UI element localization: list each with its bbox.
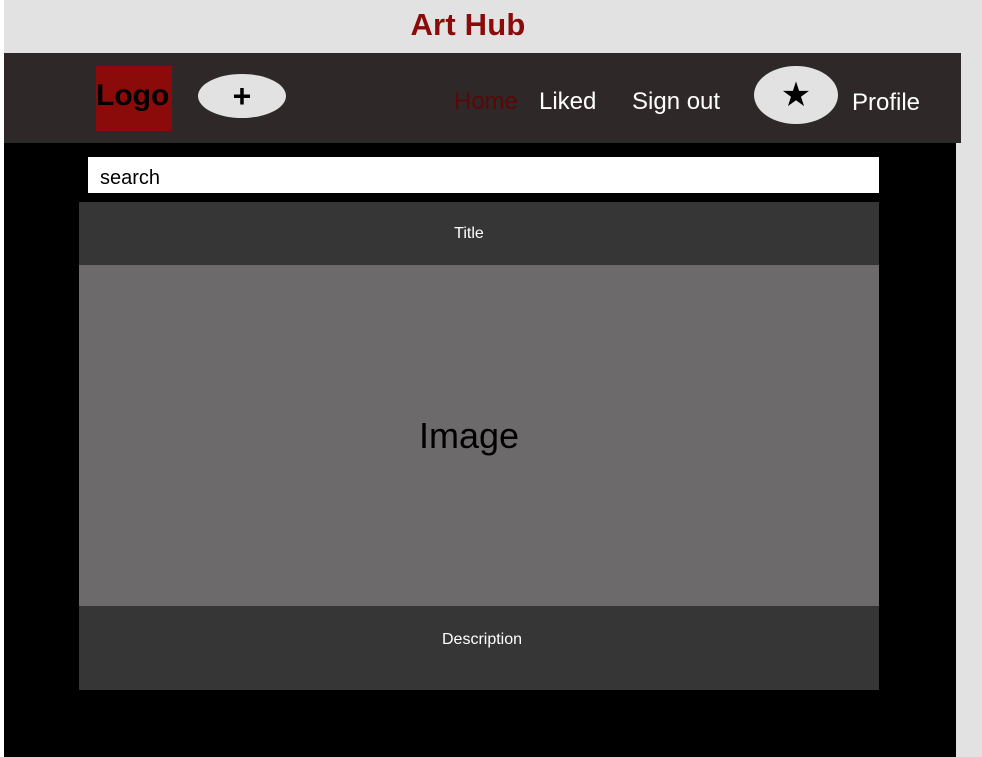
card-image[interactable]: Image <box>79 265 879 606</box>
nav-link-sign-out[interactable]: Sign out <box>632 88 720 116</box>
card-image-placeholder: Image <box>418 414 520 456</box>
navbar: Logo + Home Liked Sign out ★ Profile <box>4 53 961 143</box>
star-icon: ★ <box>780 76 812 114</box>
card-title-text: Title <box>454 224 484 242</box>
main-content: Title Image Description <box>4 143 956 757</box>
card-title: Title <box>79 202 879 265</box>
logo[interactable]: Logo <box>96 66 172 131</box>
art-card[interactable]: Title Image Description <box>79 202 879 690</box>
nav-link-home[interactable]: Home <box>454 88 518 116</box>
add-button[interactable]: + <box>198 74 286 118</box>
search-input[interactable] <box>88 157 879 193</box>
nav-link-liked[interactable]: Liked <box>539 88 596 116</box>
card-description-text: Description <box>441 631 523 648</box>
nav-link-profile[interactable]: Profile <box>852 89 920 117</box>
card-description: Description <box>79 606 879 690</box>
favorites-button[interactable]: ★ <box>754 66 838 124</box>
plus-icon: + <box>232 77 252 114</box>
app-title: Art Hub <box>410 7 526 42</box>
